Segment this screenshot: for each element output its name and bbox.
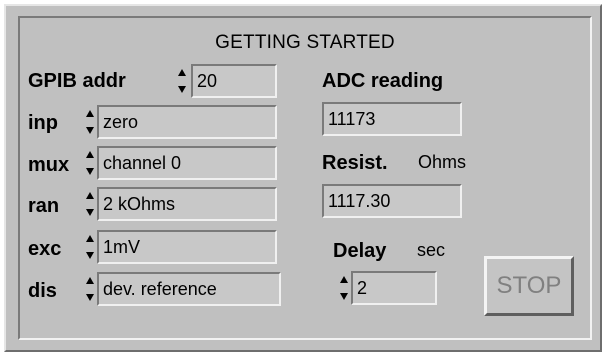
adc-reading-indicator: 11173	[322, 102, 462, 136]
mux-spinner[interactable]	[86, 146, 95, 180]
arrow-down-icon[interactable]	[86, 252, 94, 259]
gpib-addr-spinner[interactable]	[178, 64, 187, 98]
adc-reading-label: ADC reading	[322, 70, 444, 92]
resist-unit: Ohms	[418, 152, 467, 172]
arrow-up-icon[interactable]	[178, 69, 186, 76]
inp-spinner[interactable]	[86, 105, 95, 139]
delay-field[interactable]: 2	[351, 271, 437, 305]
gpib-addr-label: GPIB addr	[28, 70, 126, 92]
delay-unit: sec	[417, 240, 446, 260]
arrow-up-icon[interactable]	[86, 110, 94, 117]
arrow-up-icon[interactable]	[86, 192, 94, 199]
delay-label: Delay	[333, 240, 387, 262]
delay-spinner[interactable]	[340, 271, 349, 305]
arrow-down-icon[interactable]	[86, 168, 94, 175]
inp-field[interactable]: zero	[97, 105, 277, 139]
ran-spinner[interactable]	[86, 187, 95, 221]
inp-label: inp	[28, 112, 58, 134]
arrow-up-icon[interactable]	[340, 276, 348, 283]
arrow-up-icon[interactable]	[86, 277, 94, 284]
arrow-down-icon[interactable]	[86, 127, 94, 134]
arrow-up-icon[interactable]	[86, 151, 94, 158]
dis-spinner[interactable]	[86, 272, 95, 306]
dis-label: dis	[28, 280, 57, 302]
stop-button[interactable]: STOP	[484, 256, 574, 316]
arrow-down-icon[interactable]	[86, 209, 94, 216]
ran-label: ran	[28, 195, 60, 217]
panel-title: GETTING STARTED	[215, 32, 395, 53]
arrow-down-icon[interactable]	[86, 294, 94, 301]
arrow-down-icon[interactable]	[178, 86, 186, 93]
mux-label: mux	[28, 154, 70, 176]
resist-indicator: 1117.30	[322, 184, 462, 218]
arrow-down-icon[interactable]	[340, 293, 348, 300]
mux-field[interactable]: channel 0	[97, 146, 277, 180]
resist-label: Resist.	[322, 152, 388, 174]
dis-field[interactable]: dev. reference	[97, 272, 281, 306]
arrow-up-icon[interactable]	[86, 235, 94, 242]
exc-label: exc	[28, 238, 62, 260]
ran-field[interactable]: 2 kOhms	[97, 187, 277, 221]
exc-field[interactable]: 1mV	[97, 230, 277, 264]
exc-spinner[interactable]	[86, 230, 95, 264]
gpib-addr-field[interactable]: 20	[191, 64, 277, 98]
